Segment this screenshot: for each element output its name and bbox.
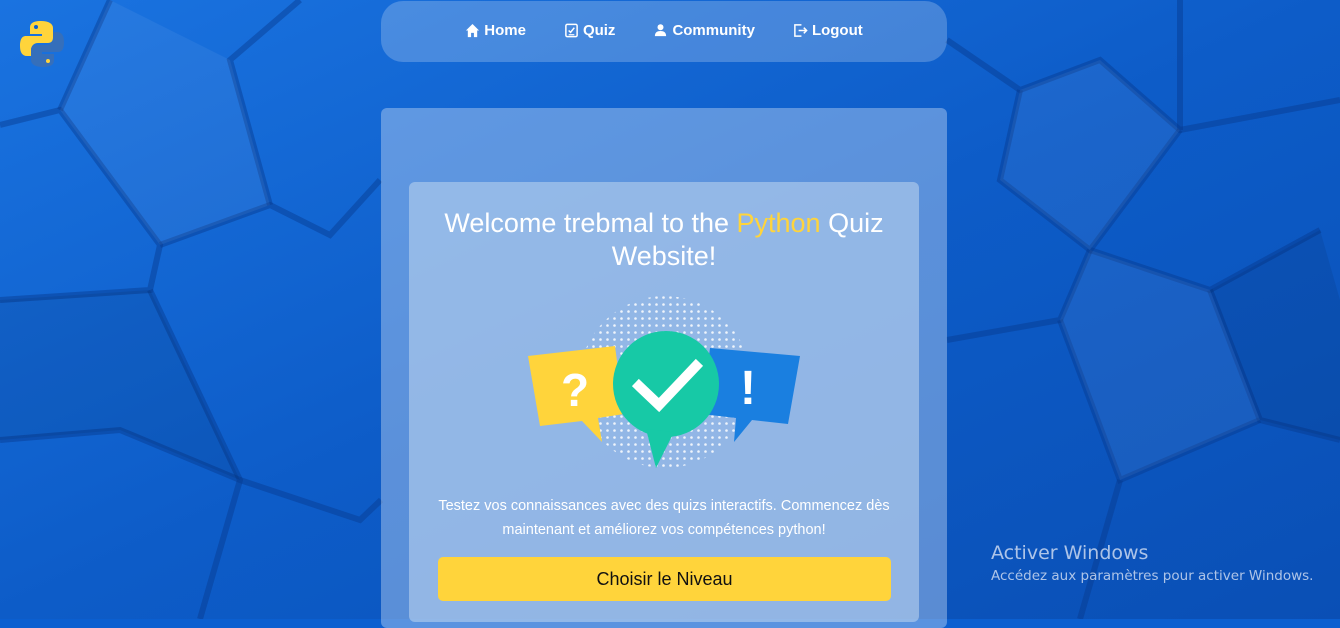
windows-activation-subtitle: Accédez aux paramètres pour activer Wind… — [991, 568, 1314, 584]
intro-description: Testez vos connaissances avec des quizs … — [438, 498, 890, 538]
nav-community[interactable]: Community — [653, 22, 755, 39]
welcome-text-before: Welcome trebmal to the — [444, 208, 737, 238]
nav-home-label: Home — [484, 22, 526, 39]
nav-logout[interactable]: Logout — [793, 22, 863, 39]
nav-quiz[interactable]: Quiz — [564, 22, 616, 39]
user-icon — [655, 24, 667, 37]
nav-home[interactable]: Home — [465, 22, 526, 39]
windows-activation-title: Activer Windows — [991, 542, 1149, 564]
quiz-bubbles-illustration: ? ! — [528, 296, 800, 468]
python-logo-icon[interactable] — [19, 19, 65, 69]
home-icon — [466, 23, 480, 38]
exclamation-mark: ! — [740, 362, 756, 415]
choose-level-button[interactable]: Choisir le Niveau — [438, 557, 891, 601]
logout-icon — [794, 24, 808, 37]
nav-community-label: Community — [672, 22, 755, 39]
quiz-checklist-icon — [565, 23, 578, 38]
nav-logout-label: Logout — [811, 22, 863, 39]
welcome-highlight: Python — [736, 208, 821, 238]
question-mark: ? — [561, 364, 589, 416]
nav-quiz-label: Quiz — [582, 22, 616, 39]
main-navbar: Home Quiz Community Logout — [381, 1, 947, 62]
welcome-title: Welcome trebmal to the Python Quiz Websi… — [409, 207, 919, 273]
